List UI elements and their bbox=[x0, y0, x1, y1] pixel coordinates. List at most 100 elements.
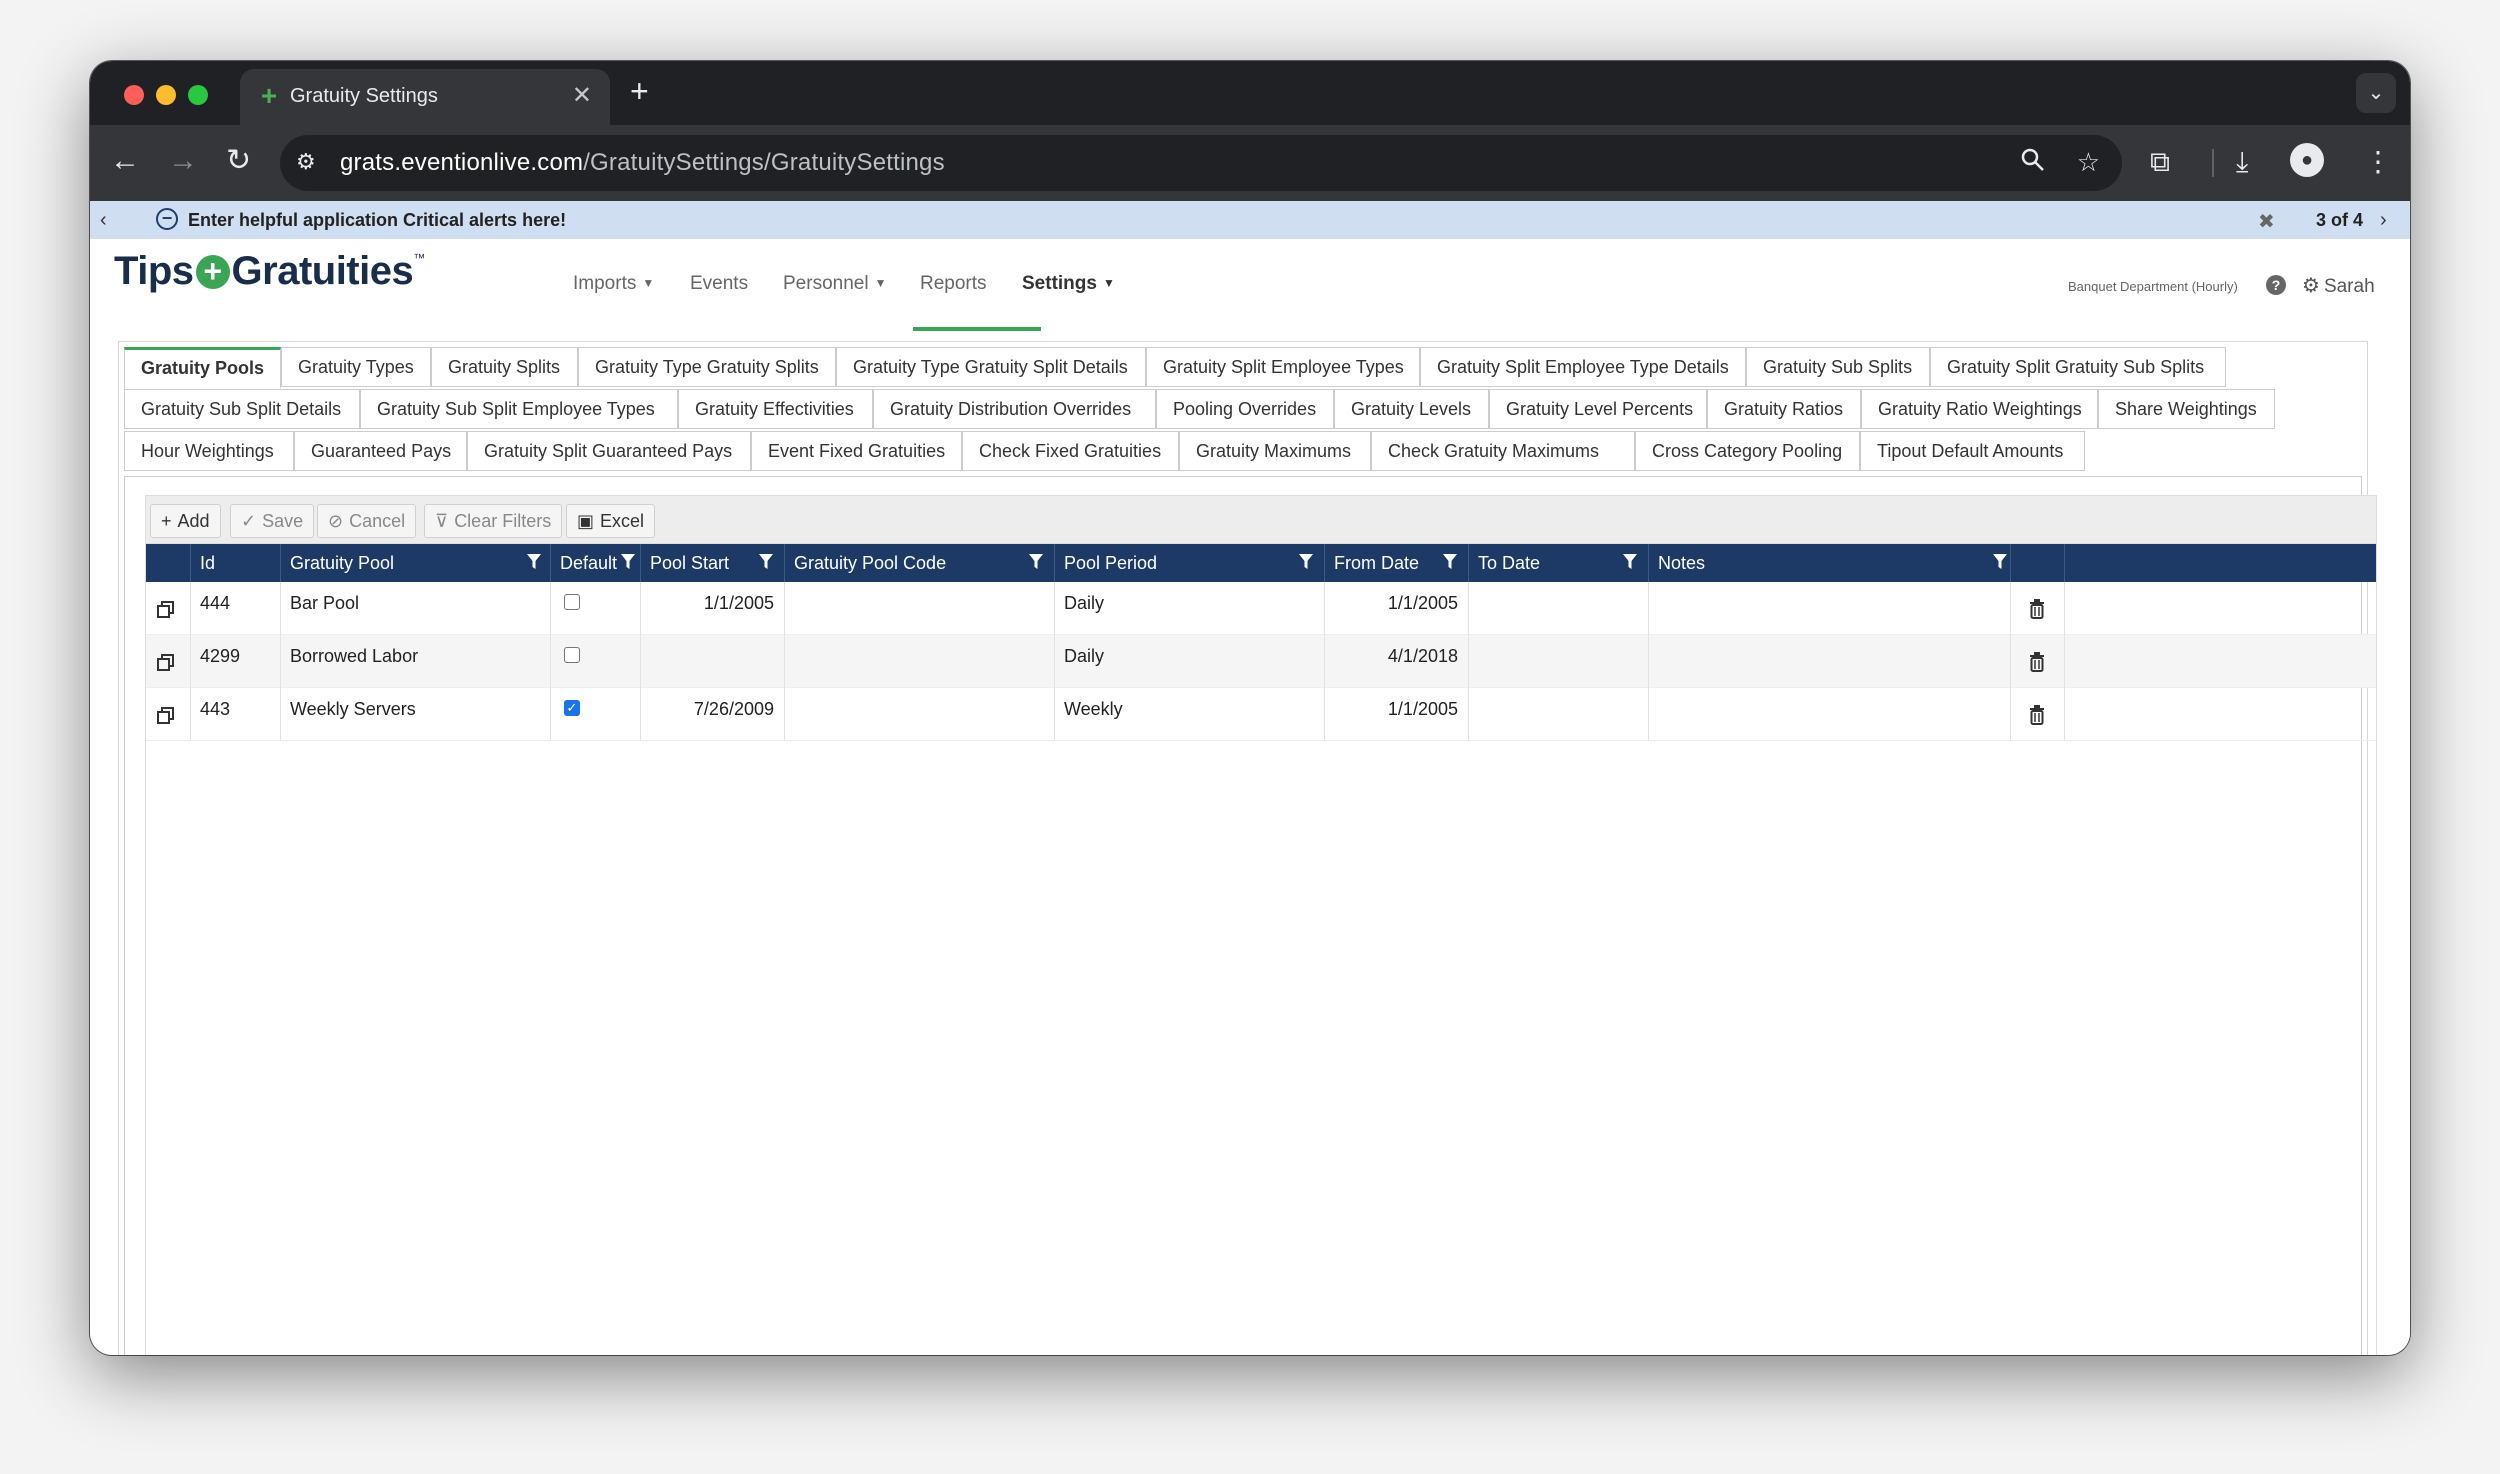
back-arrow-icon[interactable]: ← bbox=[110, 143, 140, 179]
subtab-gratuity-ratios[interactable]: Gratuity Ratios bbox=[1707, 389, 1861, 429]
subtab-gratuity-split-gratuity-sub-splits[interactable]: Gratuity Split Gratuity Sub Splits bbox=[1930, 347, 2226, 387]
bookmark-star-icon[interactable]: ☆ bbox=[2077, 147, 2100, 178]
clear-filters-button[interactable]: ⊽ Clear Filters bbox=[424, 504, 563, 538]
subtab-gratuity-type-gratuity-splits[interactable]: Gratuity Type Gratuity Splits bbox=[578, 347, 836, 387]
default-checkbox[interactable]: ✓ bbox=[564, 700, 580, 716]
default-checkbox[interactable] bbox=[564, 594, 580, 610]
maximize-window-button[interactable] bbox=[188, 85, 208, 105]
cell-id[interactable]: 444 bbox=[200, 582, 230, 635]
close-window-button[interactable] bbox=[124, 85, 144, 105]
nav-personnel[interactable]: Personnel ▼ bbox=[783, 273, 886, 295]
address-bar[interactable]: ⚙ grats.eventionlive.com/GratuitySetting… bbox=[280, 135, 2122, 191]
subtab-gratuity-ratio-weightings[interactable]: Gratuity Ratio Weightings bbox=[1861, 389, 2098, 429]
cell-from-date[interactable]: 4/1/2018 bbox=[1324, 635, 1468, 688]
cell-pool-start[interactable]: 1/1/2005 bbox=[640, 582, 784, 635]
nav-events[interactable]: Events bbox=[690, 273, 748, 295]
cell-from-date[interactable]: 1/1/2005 bbox=[1324, 688, 1468, 741]
subtab-gratuity-split-employee-type-details[interactable]: Gratuity Split Employee Type Details bbox=[1420, 347, 1746, 387]
department-label[interactable]: Banquet Department (Hourly) bbox=[2068, 279, 2238, 294]
trash-icon[interactable] bbox=[2029, 652, 2045, 672]
cell-pool-start[interactable]: 7/26/2009 bbox=[640, 688, 784, 741]
tips-gratuities-logo[interactable]: Tips + Gratuities™ bbox=[114, 249, 425, 294]
copy-row-icon[interactable] bbox=[156, 706, 176, 726]
cell-gratuity-pool[interactable]: Bar Pool bbox=[290, 582, 359, 635]
browser-tab-active[interactable]: + Gratuity Settings ✕ bbox=[240, 69, 610, 125]
subtab-hour-weightings[interactable]: Hour Weightings bbox=[124, 431, 294, 471]
column-header-from-date[interactable]: From Date bbox=[1324, 544, 1468, 582]
cell-pool-period[interactable]: Weekly bbox=[1064, 688, 1123, 741]
cell-id[interactable]: 443 bbox=[200, 688, 230, 741]
subtab-check-fixed-gratuities[interactable]: Check Fixed Gratuities bbox=[962, 431, 1179, 471]
user-menu[interactable]: ⚙ Sarah bbox=[2302, 273, 2375, 298]
minimize-window-button[interactable] bbox=[156, 85, 176, 105]
alert-previous-icon[interactable]: ‹ bbox=[100, 209, 107, 232]
download-icon[interactable]: ⤓ bbox=[2236, 145, 2248, 179]
save-button[interactable]: ✓ Save bbox=[230, 504, 315, 538]
default-checkbox[interactable] bbox=[564, 647, 580, 663]
column-header-default[interactable]: Default bbox=[550, 544, 640, 582]
cell-gratuity-pool[interactable]: Borrowed Labor bbox=[290, 635, 418, 688]
url-text[interactable]: grats.eventionlive.com/GratuitySettings/… bbox=[340, 149, 945, 177]
subtab-gratuity-split-employee-types[interactable]: Gratuity Split Employee Types bbox=[1146, 347, 1420, 387]
subtab-tipout-default-amounts[interactable]: Tipout Default Amounts bbox=[1860, 431, 2085, 471]
cancel-button[interactable]: ⊘ Cancel bbox=[317, 504, 417, 538]
nav-reports[interactable]: Reports bbox=[920, 273, 987, 295]
trash-icon[interactable] bbox=[2029, 705, 2045, 725]
subtab-gratuity-levels[interactable]: Gratuity Levels bbox=[1334, 389, 1489, 429]
help-icon[interactable]: ? bbox=[2266, 275, 2286, 295]
subtab-event-fixed-gratuities[interactable]: Event Fixed Gratuities bbox=[751, 431, 962, 471]
alert-close-icon[interactable]: ✖ bbox=[2258, 209, 2275, 234]
subtab-share-weightings[interactable]: Share Weightings bbox=[2098, 389, 2275, 429]
reload-icon[interactable]: ↻ bbox=[226, 143, 251, 179]
subtab-check-gratuity-maximums[interactable]: Check Gratuity Maximums bbox=[1371, 431, 1635, 471]
column-header-gratuity-pool-code[interactable]: Gratuity Pool Code bbox=[784, 544, 1054, 582]
subtab-pooling-overrides[interactable]: Pooling Overrides bbox=[1156, 389, 1334, 429]
subtab-guaranteed-pays[interactable]: Guaranteed Pays bbox=[294, 431, 467, 471]
alert-next-icon[interactable]: › bbox=[2380, 209, 2387, 232]
column-header-pool-period[interactable]: Pool Period bbox=[1054, 544, 1324, 582]
cell-from-date[interactable]: 1/1/2005 bbox=[1324, 582, 1468, 635]
cell-gratuity-pool[interactable]: Weekly Servers bbox=[290, 688, 416, 741]
chevron-down-icon[interactable]: ⌄ bbox=[2356, 73, 2396, 113]
copy-row-icon[interactable] bbox=[156, 653, 176, 673]
subtab-gratuity-splits[interactable]: Gratuity Splits bbox=[431, 347, 578, 387]
subtab-gratuity-pools[interactable]: Gratuity Pools bbox=[124, 347, 281, 389]
cell-pool-period[interactable]: Daily bbox=[1064, 635, 1104, 688]
subtab-gratuity-sub-split-employee-types[interactable]: Gratuity Sub Split Employee Types bbox=[360, 389, 678, 429]
column-header-to-date[interactable]: To Date bbox=[1468, 544, 1648, 582]
subtab-gratuity-types[interactable]: Gratuity Types bbox=[281, 347, 431, 387]
subtab-gratuity-sub-splits[interactable]: Gratuity Sub Splits bbox=[1746, 347, 1930, 387]
subtab-gratuity-effectivities[interactable]: Gratuity Effectivities bbox=[678, 389, 873, 429]
site-settings-icon[interactable]: ⚙ bbox=[296, 149, 316, 175]
column-header-pool-start[interactable]: Pool Start bbox=[640, 544, 784, 582]
excel-export-button[interactable]: ▣ Excel bbox=[566, 504, 656, 538]
subtab-gratuity-maximums[interactable]: Gratuity Maximums bbox=[1179, 431, 1371, 471]
subtab-gratuity-type-gratuity-split-details[interactable]: Gratuity Type Gratuity Split Details bbox=[836, 347, 1146, 387]
profile-avatar-icon[interactable]: ● bbox=[2290, 143, 2324, 177]
zoom-icon[interactable] bbox=[2020, 147, 2046, 180]
column-header-gratuity-pool[interactable]: Gratuity Pool bbox=[280, 544, 550, 582]
table-row[interactable]: 4299 Borrowed Labor Daily 4/1/2018 bbox=[146, 635, 2376, 688]
copy-row-icon[interactable] bbox=[156, 600, 176, 620]
table-row[interactable]: 444 Bar Pool 1/1/2005 Daily 1/1/2005 bbox=[146, 582, 2376, 635]
subtab-gratuity-distribution-overrides[interactable]: Gratuity Distribution Overrides bbox=[873, 389, 1156, 429]
subtab-gratuity-level-percents[interactable]: Gratuity Level Percents bbox=[1489, 389, 1707, 429]
nav-settings[interactable]: Settings ▼ bbox=[1022, 273, 1115, 295]
more-menu-icon[interactable]: ⋮ bbox=[2364, 145, 2392, 179]
subtab-gratuity-split-guaranteed-pays[interactable]: Gratuity Split Guaranteed Pays bbox=[467, 431, 751, 471]
new-tab-icon[interactable]: + bbox=[630, 75, 649, 107]
subtab-cross-category-pooling[interactable]: Cross Category Pooling bbox=[1635, 431, 1860, 471]
extensions-puzzle-icon[interactable]: ⧉ bbox=[2150, 145, 2170, 179]
add-button[interactable]: + Add bbox=[150, 504, 221, 538]
column-header-notes[interactable]: Notes bbox=[1648, 544, 2008, 582]
cell-id[interactable]: 4299 bbox=[200, 635, 240, 688]
nav-imports[interactable]: Imports ▼ bbox=[573, 273, 654, 295]
column-header-id[interactable]: Id bbox=[190, 544, 280, 582]
cell-pool-period[interactable]: Daily bbox=[1064, 582, 1104, 635]
trash-icon[interactable] bbox=[2029, 599, 2045, 619]
forward-arrow-icon[interactable]: → bbox=[168, 143, 198, 179]
close-icon[interactable]: ✕ bbox=[572, 81, 592, 110]
table-row[interactable]: 443 Weekly Servers ✓ 7/26/2009 Weekly 1/… bbox=[146, 688, 2376, 741]
cell-pool-start[interactable] bbox=[640, 635, 784, 688]
subtab-gratuity-sub-split-details[interactable]: Gratuity Sub Split Details bbox=[124, 389, 360, 429]
